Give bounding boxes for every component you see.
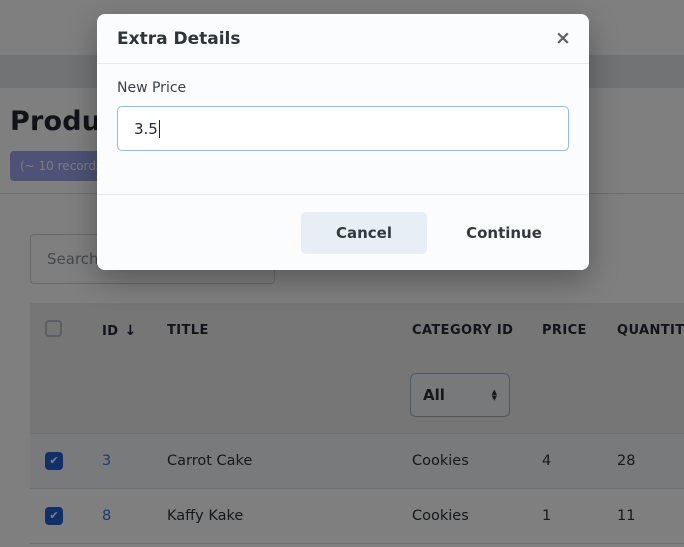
continue-button[interactable]: Continue — [445, 212, 563, 254]
close-icon[interactable]: × — [549, 24, 577, 52]
cancel-button[interactable]: Cancel — [301, 212, 427, 254]
new-price-input[interactable]: 3.5 — [117, 106, 569, 151]
screen: Products (~ 10 records) ID↓ — [0, 0, 684, 547]
text-cursor — [159, 120, 161, 138]
modal-footer: Cancel Continue — [97, 194, 589, 270]
modal-title: Extra Details — [117, 29, 241, 49]
modal-header: Extra Details — [97, 14, 589, 64]
modal-body: New Price 3.5 — [97, 64, 589, 151]
extra-details-modal: Extra Details × New Price 3.5 Cancel Con… — [97, 14, 589, 270]
new-price-label: New Price — [117, 80, 569, 96]
